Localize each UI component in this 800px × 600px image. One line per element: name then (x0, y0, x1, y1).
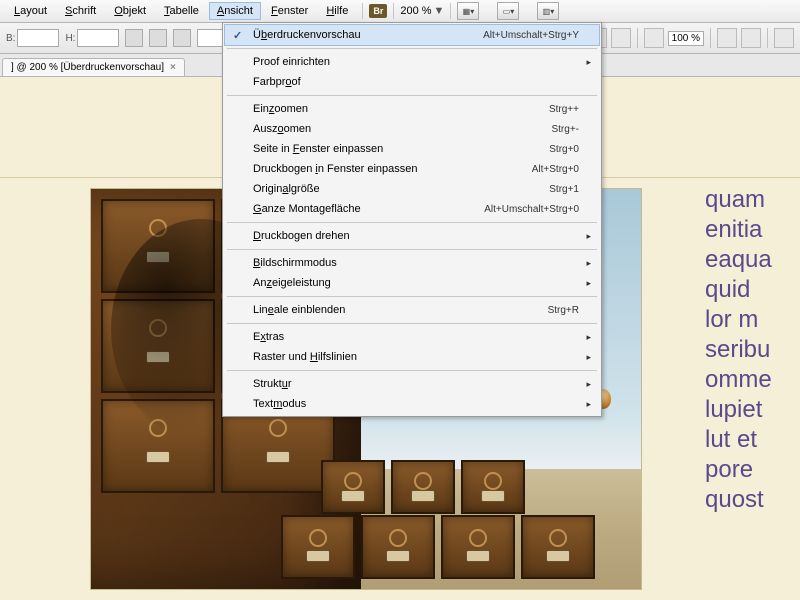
wrap-icon[interactable] (611, 28, 631, 48)
arrange-icon[interactable]: ▥▾ (537, 2, 559, 20)
menu-story-editor[interactable]: Textmodus (225, 394, 599, 414)
menu-zoom-in[interactable]: EinzoomenStrg++ (225, 99, 599, 119)
text-frame[interactable]: quam enitia eaqua quid lor m seribu omme… (701, 177, 800, 600)
crop-icon[interactable] (774, 28, 794, 48)
menu-hilfe[interactable]: Hilfe (318, 2, 356, 20)
bridge-icon[interactable]: Br (369, 4, 387, 18)
menu-proof-colors[interactable]: Farbproof (225, 72, 599, 92)
separator (710, 28, 711, 48)
separator (450, 3, 451, 19)
menu-schrift[interactable]: Schrift (57, 2, 104, 20)
menu-fenster[interactable]: Fenster (263, 2, 316, 20)
menu-ansicht[interactable]: Ansicht (209, 2, 261, 20)
screen-mode-icon[interactable]: ▭▾ (497, 2, 519, 20)
menu-extras[interactable]: Extras (225, 327, 599, 347)
separator (637, 28, 638, 48)
ansicht-menu: Überdruckenvorschau Alt+Umschalt+Strg+Y … (222, 22, 602, 417)
menu-proof-setup[interactable]: Proof einrichten (225, 52, 599, 72)
menu-tabelle[interactable]: Tabelle (156, 2, 207, 20)
separator (393, 3, 394, 19)
opacity-field[interactable]: 100 % (668, 31, 704, 46)
tool-icon[interactable] (125, 29, 143, 47)
tool-icon[interactable] (717, 28, 737, 48)
menu-structure[interactable]: Struktur (225, 374, 599, 394)
menu-objekt[interactable]: Objekt (106, 2, 154, 20)
tool-icon[interactable] (149, 29, 167, 47)
menu-display-performance[interactable]: Anzeigeleistung (225, 273, 599, 293)
menu-actual-size[interactable]: OriginalgrößeStrg+1 (225, 179, 599, 199)
tab-title: ] @ 200 % [Überdruckenvorschau] (11, 62, 164, 73)
menu-fit-spread[interactable]: Druckbogen in Fenster einpassenAlt+Strg+… (225, 159, 599, 179)
menu-screen-mode[interactable]: Bildschirmmodus (225, 253, 599, 273)
tool-icon[interactable] (173, 29, 191, 47)
menubar: Layout Schrift Objekt Tabelle Ansicht Fe… (0, 0, 800, 23)
close-icon[interactable]: × (170, 62, 176, 73)
menu-layout[interactable]: Layout (6, 2, 55, 20)
view-options-icon[interactable]: ▦▾ (457, 2, 479, 20)
menu-grids-guides[interactable]: Raster und Hilfslinien (225, 347, 599, 367)
separator (362, 3, 363, 19)
zoom-level[interactable]: 200 % (400, 5, 431, 17)
image-floor-drawers (281, 515, 355, 579)
frame-icon[interactable] (644, 28, 664, 48)
width-field[interactable]: B: (6, 29, 59, 47)
menu-overprint-preview[interactable]: Überdruckenvorschau Alt+Umschalt+Strg+Y (224, 24, 600, 46)
height-field[interactable]: H: (65, 29, 119, 47)
separator (767, 28, 768, 48)
menu-rotate-spread[interactable]: Druckbogen drehen (225, 226, 599, 246)
dropdown-icon[interactable]: ▼ (434, 5, 445, 17)
document-tab[interactable]: ] @ 200 % [Überdruckenvorschau] × (2, 58, 185, 76)
menu-zoom-out[interactable]: AuszoomenStrg+- (225, 119, 599, 139)
menu-entire-pasteboard[interactable]: Ganze MontageflächeAlt+Umschalt+Strg+0 (225, 199, 599, 219)
menu-show-rulers[interactable]: Lineale einblendenStrg+R (225, 300, 599, 320)
tool-icon[interactable] (741, 28, 761, 48)
menu-fit-page[interactable]: Seite in Fenster einpassenStrg+0 (225, 139, 599, 159)
